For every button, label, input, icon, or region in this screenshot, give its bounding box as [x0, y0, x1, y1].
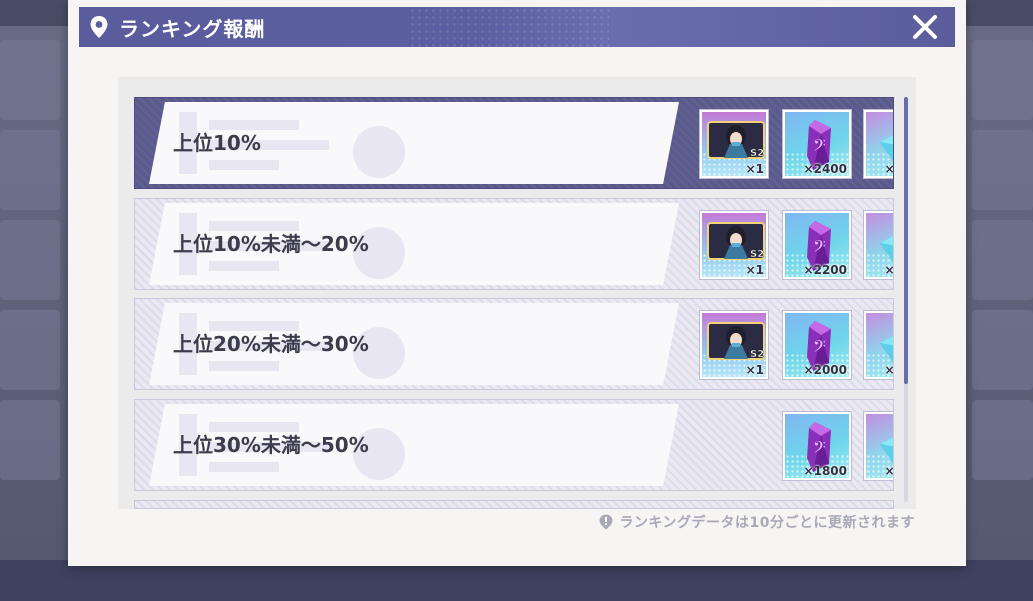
svg-text:𝄢: 𝄢 [813, 236, 826, 260]
rank-row[interactable]: 上位10%S2×1𝄢×2400×2000 [134, 97, 894, 189]
rank-row[interactable]: 上位20%未満〜30%S2×1𝄢×2000×2000 [134, 298, 894, 390]
reward-purple-gem[interactable]: 𝄢 ×2000 [783, 311, 851, 379]
reward-quantity: ×2400 [803, 162, 847, 176]
season-badge: S2 [750, 349, 764, 360]
reward-quantity: ×2000 [884, 162, 894, 176]
reward-blue-gem[interactable]: ×1800 [864, 412, 894, 480]
rank-label: 上位10% [173, 131, 261, 155]
reward-quantity: ×2000 [803, 363, 847, 377]
rank-row[interactable]: 上位30%未満〜50% 𝄢 ×1800 ×1800 [134, 399, 894, 491]
reward-quantity: ×1800 [803, 464, 847, 478]
background-panel [972, 220, 1033, 300]
reward-purple-gem[interactable]: 𝄢 ×2400 [783, 110, 851, 178]
background-panel [0, 130, 60, 210]
rank-label: 上位20%未満〜30% [173, 332, 369, 356]
update-note: ランキングデータは10分ごとに更新されます [555, 510, 915, 534]
modal-title: ランキング報酬 [119, 16, 266, 41]
background-bottom-bar [0, 560, 1033, 601]
reward-quantity: ×2200 [803, 263, 847, 277]
reward-purple-gem[interactable]: 𝄢 ×1800 [783, 412, 851, 480]
background-panel [972, 40, 1033, 120]
reward-blue-gem[interactable]: ×2000 [864, 311, 894, 379]
reward-character-card[interactable]: S2 ×1 [700, 311, 768, 379]
ranking-rewards-modal: ランキング報酬 上位10%S2×1𝄢×2400×2000上位10%未満〜20%S… [68, 0, 966, 566]
reward-character-card[interactable]: S2 ×1 [700, 211, 768, 279]
reward-purple-gem[interactable]: 𝄢 ×2200 [783, 211, 851, 279]
background-panel [0, 220, 60, 300]
reward-quantity: ×1 [745, 363, 764, 377]
reward-quantity: ×2000 [884, 263, 894, 277]
svg-text:𝄢: 𝄢 [813, 336, 826, 360]
background-panel [972, 130, 1033, 210]
reward-quantity: ×1 [745, 162, 764, 176]
reward-quantity: ×1 [745, 263, 764, 277]
background-panel [0, 400, 60, 480]
rank-row[interactable]: 上位10%未満〜20%S2×1𝄢×2200×2000 [134, 198, 894, 290]
update-note-text: ランキングデータは10分ごとに更新されます [619, 515, 915, 531]
scrollbar-thumb[interactable] [904, 97, 908, 384]
close-icon[interactable] [909, 11, 941, 43]
header-pattern [409, 7, 609, 47]
svg-text:𝄢: 𝄢 [813, 437, 826, 461]
reward-blue-gem[interactable]: ×2000 [864, 211, 894, 279]
reward-quantity: ×1800 [884, 464, 894, 478]
season-badge: S2 [750, 249, 764, 260]
reward-quantity: ×2000 [884, 363, 894, 377]
background-panel [0, 310, 60, 390]
background-panel [972, 400, 1033, 480]
svg-text:𝄢: 𝄢 [813, 135, 826, 159]
reward-blue-gem[interactable]: ×2000 [864, 110, 894, 178]
background-panel [972, 310, 1033, 390]
season-badge: S2 [750, 148, 764, 159]
info-icon [599, 514, 613, 530]
rank-label: 上位30%未満〜50% [173, 433, 369, 457]
modal-header: ランキング報酬 [79, 7, 955, 47]
reward-character-card[interactable]: S2 ×1 [700, 110, 768, 178]
background-panel [0, 40, 60, 120]
rank-label: 上位10%未満〜20% [173, 232, 369, 256]
rank-row-partial[interactable] [134, 500, 894, 509]
map-pin-icon [90, 16, 108, 38]
